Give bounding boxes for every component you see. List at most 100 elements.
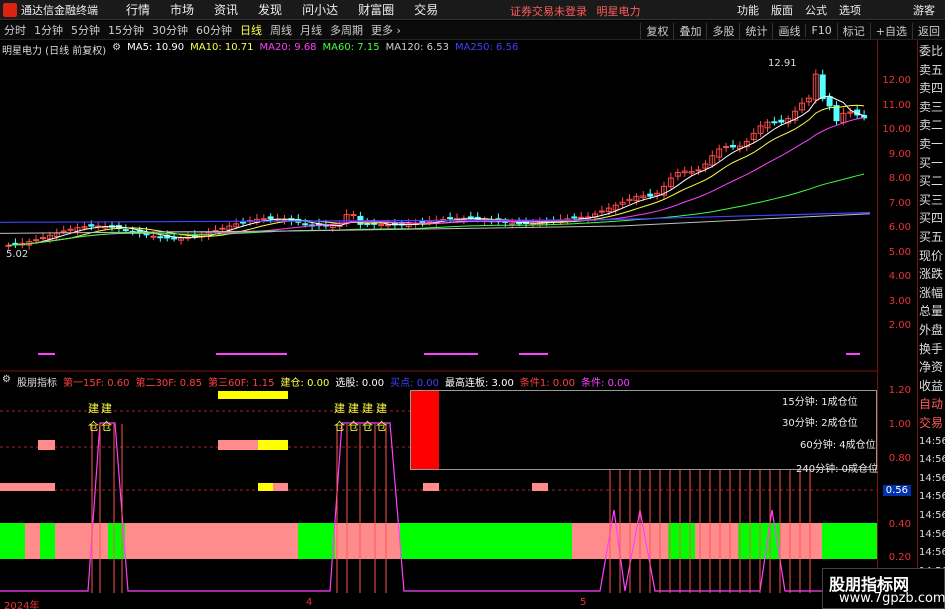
menu-options[interactable]: 选项 — [833, 2, 867, 18]
side-panel-item[interactable]: 换手 — [919, 340, 943, 358]
side-panel-item[interactable]: 自动 — [919, 395, 943, 413]
signal-block — [411, 391, 439, 469]
candle-body — [40, 237, 46, 240]
period-5min[interactable]: 5分钟 — [67, 22, 104, 38]
candle-body — [350, 214, 357, 217]
menu-item-quotes[interactable]: 行情 — [116, 1, 160, 18]
build-marker: 建 — [334, 401, 345, 415]
side-panel-item[interactable]: 涨幅 — [919, 284, 943, 302]
position-marker: 仓 — [348, 419, 359, 433]
candle-body — [240, 221, 247, 224]
menu-formula[interactable]: 公式 — [799, 2, 833, 18]
period-more[interactable]: 更多 › — [367, 22, 405, 38]
period-multi[interactable]: 多周期 — [326, 22, 367, 38]
login-notice[interactable]: 证券交易未登录 — [510, 5, 587, 18]
side-panel-item[interactable]: 买四 — [919, 209, 943, 227]
menu-item-ask[interactable]: 问小达 — [292, 1, 348, 18]
side-panel-item[interactable]: 卖五 — [919, 61, 943, 79]
ma-line — [8, 173, 865, 246]
kline-chart[interactable]: 建仓建仓建仓建仓建仓建仓建仓建仓建仓建仓建仓建仓建仓建仓建仓建仓建仓 — [0, 40, 877, 600]
stock-title: 明星电力 (日线 前复权) — [2, 46, 107, 57]
side-panel-item[interactable]: 14:56 — [919, 526, 945, 544]
multi-stock-button[interactable]: 多股 — [706, 22, 739, 39]
f10-button[interactable]: F10 — [805, 24, 836, 37]
title-right-menu: 功能 版面 公式 选项 游客 — [731, 0, 945, 20]
side-panel-item[interactable]: 买二 — [919, 172, 943, 190]
side-panel-item[interactable]: 卖三 — [919, 98, 943, 116]
side-panel-item[interactable]: 买一 — [919, 154, 943, 172]
side-panel-item[interactable]: 卖一 — [919, 135, 943, 153]
indicator-name[interactable]: 股朋指标 — [17, 374, 57, 389]
period-weekly[interactable]: 周线 — [266, 22, 296, 38]
signal-block — [532, 483, 548, 491]
side-panel-item[interactable]: 涨跌 — [919, 265, 943, 283]
side-panel-item[interactable]: 14:56 — [919, 470, 945, 488]
side-panel-item[interactable]: 14:56 — [919, 544, 945, 562]
indicator-value-third: 第三60F: 1.15 — [208, 378, 275, 389]
side-panel-item[interactable]: 买五 — [919, 228, 943, 246]
side-panel-item[interactable]: 14:56 — [919, 507, 945, 525]
candle-body — [260, 218, 267, 221]
overlay-button[interactable]: 叠加 — [673, 22, 706, 39]
adjust-button[interactable]: 复权 — [640, 22, 673, 39]
side-panel-item[interactable]: 现价 — [919, 247, 943, 265]
back-button[interactable]: 返回 — [912, 22, 945, 39]
menu-item-discover[interactable]: 发现 — [248, 1, 292, 18]
draw-line-button[interactable]: 画线 — [772, 22, 805, 39]
menu-item-news[interactable]: 资讯 — [204, 1, 248, 18]
period-1min[interactable]: 1分钟 — [30, 22, 67, 38]
trend-band — [695, 523, 738, 559]
guest-button[interactable]: 游客 — [907, 2, 941, 18]
menu-item-trade[interactable]: 交易 — [404, 1, 448, 18]
side-panel-item[interactable]: 14:56 — [919, 433, 945, 451]
side-panel-item[interactable]: 委比 — [919, 42, 943, 60]
trend-band — [125, 523, 298, 559]
side-panel-item[interactable]: 卖二 — [919, 116, 943, 134]
side-panel-item[interactable]: 14:56 — [919, 488, 945, 506]
period-60min[interactable]: 60分钟 — [192, 22, 236, 38]
period-daily[interactable]: 日线 — [236, 22, 266, 38]
build-block — [218, 391, 288, 399]
mark-button[interactable]: 标记 — [836, 22, 870, 39]
candle-body — [219, 227, 226, 230]
x-tick-may: 5 — [580, 597, 587, 608]
sub-tick: 1.00 — [888, 419, 911, 430]
candle-body — [60, 230, 67, 233]
menu-layout[interactable]: 版面 — [765, 2, 799, 18]
candle-body — [819, 74, 826, 100]
ma60-value: MA60: 7.15 — [322, 42, 380, 53]
side-panel-item[interactable]: 买三 — [919, 191, 943, 209]
position-240min: 240分钟: 0成仓位 — [796, 464, 878, 475]
side-panel-item[interactable]: 14:56 — [919, 451, 945, 469]
statistics-button[interactable]: 统计 — [739, 22, 772, 39]
period-intraday[interactable]: 分时 — [0, 22, 30, 38]
candle-body — [826, 96, 833, 107]
candle-body — [88, 224, 95, 227]
sub-tick: 0.80 — [888, 453, 911, 464]
menu-item-wealth[interactable]: 财富圈 — [348, 1, 404, 18]
ma10-value: MA10: 10.71 — [190, 42, 254, 53]
period-15min[interactable]: 15分钟 — [104, 22, 148, 38]
candle-body — [647, 193, 654, 197]
watermark: 股朋指标网 www.7gpzb.com — [822, 568, 945, 609]
menu-item-market[interactable]: 市场 — [160, 1, 204, 18]
side-panel-item[interactable]: 交易 — [919, 414, 943, 432]
settings-icon[interactable]: ⚙ — [112, 42, 121, 57]
menu-function[interactable]: 功能 — [731, 2, 765, 18]
side-panel-item[interactable]: 净资 — [919, 358, 943, 376]
add-watchlist-button[interactable]: +自选 — [869, 22, 912, 39]
indicator-value-cond: 条件: 0.00 — [581, 378, 630, 389]
signal-block — [218, 440, 258, 450]
side-panel-item[interactable]: 总量 — [919, 302, 943, 320]
period-monthly[interactable]: 月线 — [296, 22, 326, 38]
trend-band — [738, 523, 780, 559]
price-tick: 4.00 — [888, 271, 911, 282]
side-panel-item[interactable]: 收益 — [919, 377, 943, 395]
x-tick-april: 4 — [306, 597, 313, 608]
price-tick: 11.00 — [882, 100, 911, 111]
period-30min[interactable]: 30分钟 — [148, 22, 192, 38]
indicator-settings-icon[interactable]: ⚙ — [2, 374, 11, 389]
side-panel-item[interactable]: 外盘 — [919, 321, 943, 339]
side-panel-item[interactable]: 卖四 — [919, 79, 943, 97]
trend-band — [400, 523, 572, 559]
